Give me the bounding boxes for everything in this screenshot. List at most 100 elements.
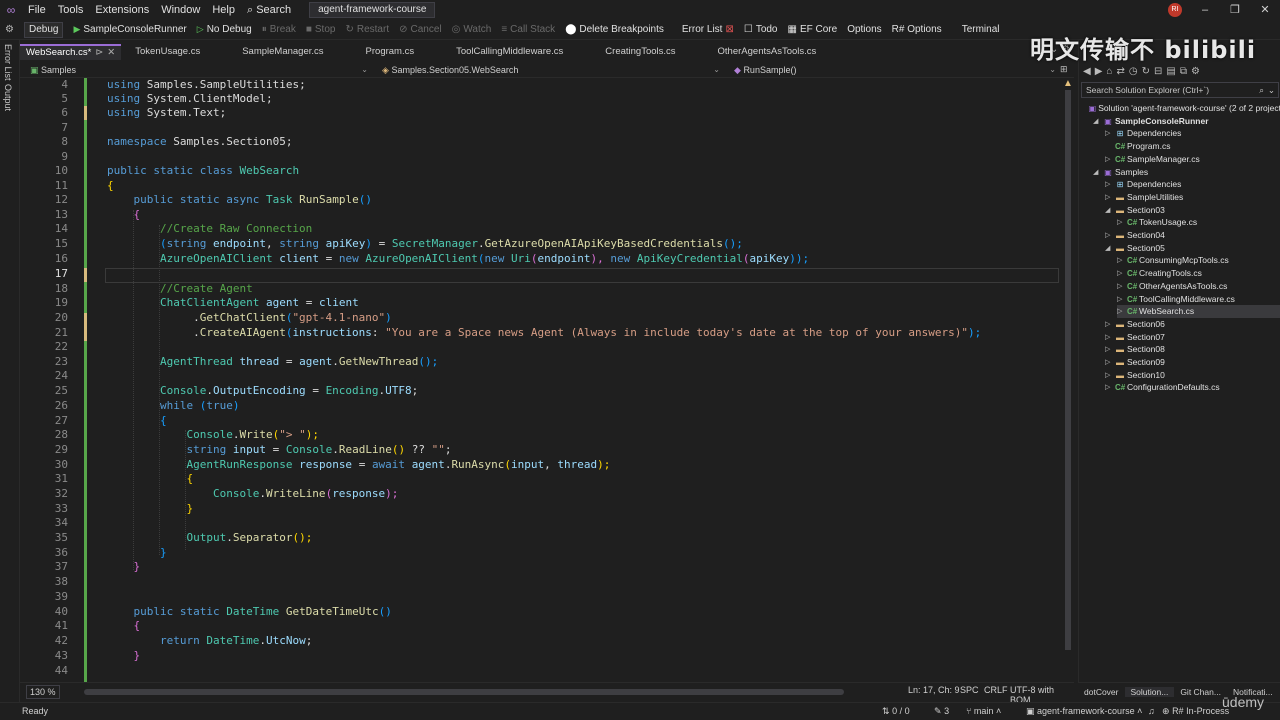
scrollbar-thumb[interactable] bbox=[1065, 90, 1071, 650]
show-all-files-icon[interactable]: ▤ bbox=[1166, 66, 1175, 77]
rsharp-status[interactable]: ⊕ R# In-Process bbox=[1162, 706, 1229, 717]
tab-websearch[interactable]: WebSearch.cs* ⊳ ✕ bbox=[20, 44, 122, 60]
side-tab-output[interactable]: Output bbox=[3, 84, 13, 111]
whitespace-indicator[interactable]: SPC bbox=[960, 685, 979, 695]
collapse-icon[interactable]: ⊟ bbox=[1154, 66, 1162, 77]
watch-button[interactable]: ◎ Watch bbox=[447, 24, 497, 35]
expanded-arrow-icon[interactable]: ◢ bbox=[1105, 204, 1113, 217]
collapsed-arrow-icon[interactable]: ▷ bbox=[1117, 280, 1125, 293]
collapsed-arrow-icon[interactable]: ▷ bbox=[1105, 318, 1113, 331]
tree-item[interactable]: ▷ ▬ Section10 bbox=[1105, 369, 1280, 382]
tree-item[interactable]: ▷ C# ConfigurationDefaults.cs bbox=[1105, 381, 1280, 394]
collapsed-arrow-icon[interactable]: ▷ bbox=[1117, 305, 1125, 318]
collapsed-arrow-icon[interactable]: ▷ bbox=[1105, 343, 1113, 356]
collapsed-arrow-icon[interactable]: ▷ bbox=[1105, 331, 1113, 344]
code-editor[interactable]: 4 5 6 7 8 9 10 11 12 13 14 15 16 17 18 19 20 21 22 23 24 25 26… bbox=[20, 78, 1074, 682]
collapsed-arrow-icon[interactable]: ▷ bbox=[1117, 267, 1125, 280]
search-menu[interactable]: ⌕ Search bbox=[241, 0, 297, 20]
tab-toolcallingmiddleware[interactable]: ToolCallingMiddleware.cs bbox=[450, 44, 569, 60]
tree-item[interactable]: ◢ ▣ SampleConsoleRunner bbox=[1093, 115, 1280, 128]
tree-item[interactable]: ◢ ▬ Section03 bbox=[1105, 204, 1280, 217]
pin-icon[interactable]: ⊳ bbox=[95, 47, 103, 58]
member-dropdown[interactable]: ◆ RunSample() ⌄ bbox=[724, 62, 1060, 78]
tree-item[interactable]: ▷ C# CreatingTools.cs bbox=[1117, 267, 1280, 280]
cursor-position[interactable]: Ln: 17, Ch: 9 bbox=[908, 685, 960, 695]
start-button[interactable]: ▶ SampleConsoleRunner bbox=[68, 24, 191, 35]
options-button[interactable]: Options bbox=[842, 24, 886, 35]
tab-creatingtools[interactable]: CreatingTools.cs bbox=[599, 44, 681, 60]
tree-item[interactable]: C# Program.cs bbox=[1105, 140, 1280, 153]
tree-item[interactable]: ▷ C# ToolCallingMiddleware.cs bbox=[1117, 293, 1280, 306]
tree-item[interactable]: ▷ C# TokenUsage.cs bbox=[1117, 216, 1280, 229]
stop-button[interactable]: ■ Stop bbox=[301, 24, 341, 35]
ef-core-button[interactable]: ▦ EF Core bbox=[783, 24, 843, 35]
close-tab-icon[interactable]: ✕ bbox=[107, 47, 115, 58]
collapsed-arrow-icon[interactable]: ▷ bbox=[1105, 381, 1113, 394]
forward-icon[interactable]: ▶ bbox=[1095, 66, 1103, 77]
split-icon[interactable]: ⊞ bbox=[1060, 64, 1068, 75]
tree-item[interactable]: ◢ ▣ Samples bbox=[1093, 166, 1280, 179]
tree-item[interactable]: ▷ C# ConsumingMcpTools.cs bbox=[1117, 254, 1280, 267]
tab-solution-explorer[interactable]: Solution... bbox=[1124, 686, 1175, 697]
rsharp-options-button[interactable]: R# Options bbox=[887, 24, 947, 35]
close-button[interactable]: ✕ bbox=[1250, 0, 1280, 20]
properties-icon[interactable]: ⚙ bbox=[1191, 66, 1200, 77]
horizontal-scrollbar[interactable] bbox=[84, 689, 844, 695]
minimize-button[interactable]: – bbox=[1190, 0, 1220, 20]
menu-file[interactable]: File bbox=[22, 0, 52, 20]
tree-item[interactable]: ▷ ▬ Section04 bbox=[1105, 229, 1280, 242]
tab-otheragentsastools[interactable]: OtherAgentsAsTools.cs bbox=[712, 44, 823, 60]
restart-button[interactable]: ↻ Restart bbox=[340, 24, 394, 35]
tab-samplemanager[interactable]: SampleManager.cs bbox=[236, 44, 329, 60]
tree-item[interactable]: ▷ ⊞ Dependencies bbox=[1105, 178, 1280, 191]
config-dropdown[interactable]: Debug bbox=[23, 21, 64, 38]
menu-tools[interactable]: Tools bbox=[52, 0, 90, 20]
start-no-debug-button[interactable]: ▷ No Debug bbox=[192, 24, 257, 35]
expanded-arrow-icon[interactable]: ◢ bbox=[1093, 166, 1101, 179]
tree-item[interactable]: ▣ Solution 'agent-framework-course' (2 of… bbox=[1081, 102, 1280, 115]
vertical-scrollbar[interactable]: ▲ bbox=[1062, 78, 1074, 682]
delete-breakpoints-button[interactable]: ⬤ Delete Breakpoints bbox=[560, 24, 669, 35]
tree-item[interactable]: ◢ ▬ Section05 bbox=[1105, 242, 1280, 255]
cancel-button[interactable]: ⊘ Cancel bbox=[394, 24, 447, 35]
collapsed-arrow-icon[interactable]: ▷ bbox=[1105, 191, 1113, 204]
tab-dotcover[interactable]: dotCover bbox=[1078, 687, 1125, 697]
maximize-button[interactable]: ❐ bbox=[1220, 0, 1250, 20]
collapsed-arrow-icon[interactable]: ▷ bbox=[1105, 153, 1113, 166]
tree-item[interactable]: ▷ ▬ Section08 bbox=[1105, 343, 1280, 356]
settings-icon[interactable]: ⚙ bbox=[0, 24, 19, 35]
type-dropdown[interactable]: ◈ Samples.Section05.WebSearch ⌄ bbox=[372, 62, 724, 78]
tab-program[interactable]: Program.cs bbox=[360, 44, 421, 60]
expanded-arrow-icon[interactable]: ◢ bbox=[1105, 242, 1113, 255]
solution-search-input[interactable]: Search Solution Explorer (Ctrl+`) ⌕ ⌄ bbox=[1081, 82, 1279, 98]
tree-item[interactable]: ▷ ▬ Section06 bbox=[1105, 318, 1280, 331]
collapsed-arrow-icon[interactable]: ▷ bbox=[1117, 216, 1125, 229]
collapsed-arrow-icon[interactable]: ▷ bbox=[1105, 178, 1113, 191]
branch-selector[interactable]: ⑂ main ˄ bbox=[966, 706, 1001, 716]
sync-status[interactable]: ⇅ 0 / 0 bbox=[882, 706, 910, 717]
menu-help[interactable]: Help bbox=[206, 0, 241, 20]
menu-window[interactable]: Window bbox=[155, 0, 206, 20]
notifications-bell-icon[interactable]: ♫ bbox=[1148, 706, 1155, 716]
home-icon[interactable]: ⌂ bbox=[1106, 66, 1112, 77]
refresh-icon[interactable]: ↻ bbox=[1142, 66, 1150, 77]
project-dropdown[interactable]: ▣ Samples ⌄ bbox=[20, 62, 372, 78]
tree-item[interactable]: ▷ C# OtherAgentsAsTools.cs bbox=[1117, 280, 1280, 293]
tree-item[interactable]: ▷ ⊞ Dependencies bbox=[1105, 127, 1280, 140]
tree-item[interactable]: ▷ C# SampleManager.cs bbox=[1105, 153, 1280, 166]
call-stack-button[interactable]: ≡ Call Stack bbox=[496, 24, 560, 35]
line-ending-indicator[interactable]: CRLF bbox=[984, 685, 1008, 695]
expanded-arrow-icon[interactable]: ◢ bbox=[1093, 115, 1101, 128]
tree-item[interactable]: ▷ ▬ Section07 bbox=[1105, 331, 1280, 344]
collapsed-arrow-icon[interactable]: ▷ bbox=[1105, 369, 1113, 382]
tree-item[interactable]: ▷ C# WebSearch.cs bbox=[1117, 305, 1280, 319]
pending-changes[interactable]: ✎ 3 bbox=[934, 706, 949, 717]
side-tab-error-list[interactable]: Error List bbox=[3, 44, 13, 81]
preview-icon[interactable]: ⧉ bbox=[1180, 66, 1187, 77]
collapsed-arrow-icon[interactable]: ▷ bbox=[1117, 254, 1125, 267]
tab-git-changes[interactable]: Git Chan... bbox=[1174, 687, 1227, 697]
break-button[interactable]: ⏸ Break bbox=[257, 24, 301, 35]
terminal-button[interactable]: Terminal bbox=[957, 24, 1005, 35]
zoom-dropdown[interactable]: 130 % bbox=[26, 684, 60, 699]
chevron-down-icon[interactable]: ⌄ bbox=[1268, 83, 1275, 97]
